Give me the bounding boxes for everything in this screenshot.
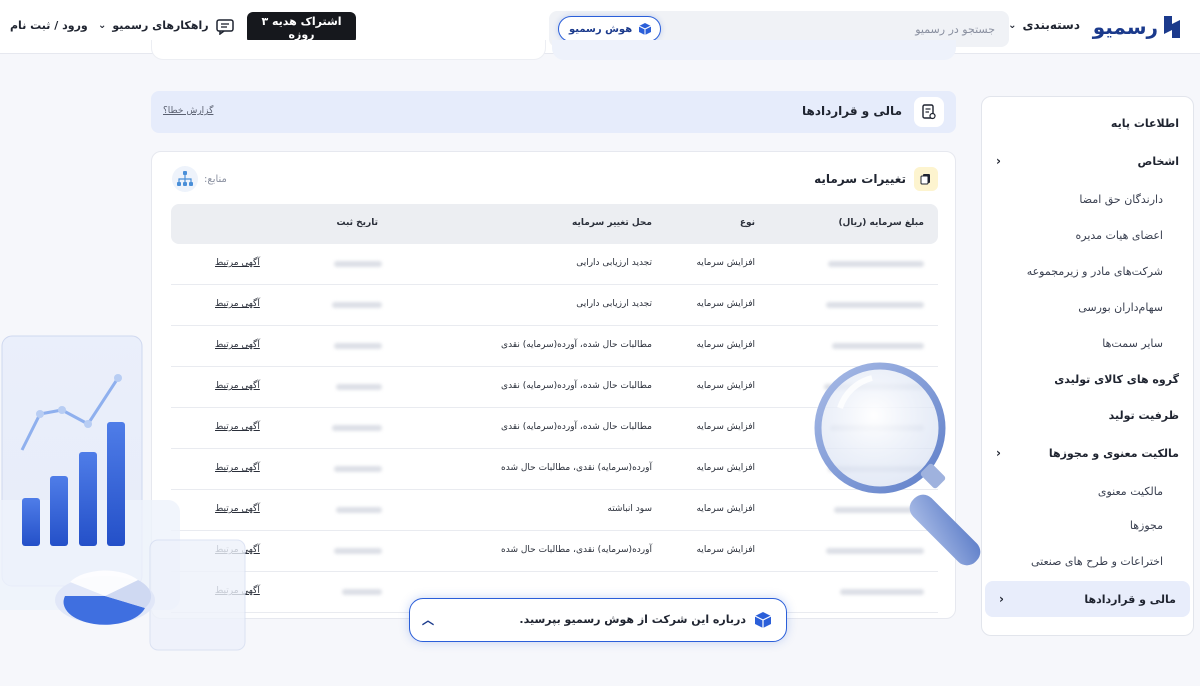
scrolled-banner-remnant [552,40,956,60]
cube-icon [638,23,652,35]
cell-place: تجدید ارزیابی دارایی [576,299,652,309]
sidebar-item[interactable]: دارندگان حق امضا [982,181,1193,217]
org-chart-icon[interactable] [172,166,198,192]
chevron-left-icon: ‹ [999,592,1004,606]
sidebar-item-label: مالی و قراردادها [1084,592,1176,606]
sources-label: منابع: [204,174,227,185]
redacted-amount [828,261,924,267]
cell-place: مطالبات حال شده، آورده(سرمایه) نقدی [501,422,652,432]
column-header-place: محل تغییر سرمایه [571,218,652,228]
cell-type: افزایش سرمایه [696,381,755,391]
category-menu[interactable]: دسته‌بندی ⌄ [1008,18,1080,32]
sidebar-item-label: اطلاعات پایه [1110,116,1179,130]
sidebar-item[interactable]: سهام‌داران بورسی [982,289,1193,325]
redacted-amount [826,302,924,308]
card-title: تغییرات سرمایه [814,172,906,186]
cell-type: افزایش سرمایه [696,545,755,555]
report-error-link[interactable]: گزارش خطا؟ [163,106,213,116]
chat-icon[interactable] [216,19,234,35]
related-ad-link[interactable]: آگهی مرتبط [215,299,260,309]
sidebar-item-label: سهام‌داران بورسی [1078,300,1163,314]
ai-search-button[interactable]: هوش رسمیو [558,16,662,42]
table-row: افزایش سرمایه تجدید ارزیابی دارایی آگهی مر… [171,285,938,326]
table-header: مبلغ سرمایه (ریال) نوع محل تغییر سرمایه … [171,204,938,244]
documents-icon [914,167,938,191]
sidebar-item-label: مالکیت معنوی و مجوزها [1048,446,1179,460]
cell-type: افزایش سرمایه [696,340,755,350]
magnifier-illustration [814,362,981,566]
table-row: افزایش سرمایه تجدید ارزیابی دارایی آگهی مر… [171,244,938,285]
chevron-up-icon[interactable]: ︿ [422,611,434,628]
sidebar-item-label: گروه های کالای تولیدی [1054,372,1179,386]
redacted-amount [832,343,924,349]
sidebar-item[interactable]: شرکت‌های مادر و زیرمجموعه [982,253,1193,289]
logo-text: رسمیو [1092,15,1158,39]
cell-type: افزایش سرمایه [696,299,755,309]
redacted-date [334,343,382,349]
section-title: مالی و قراردادها [802,104,902,118]
contract-icon [914,97,944,127]
sidebar-item-label: ظرفیت تولید [1108,408,1179,422]
sidebar-item-label: دارندگان حق امضا [1079,192,1163,206]
sidebar-item[interactable]: اعضای هیات مدیره [982,217,1193,253]
sidebar-item-label: اعضای هیات مدیره [1075,228,1163,242]
redacted-date [332,425,382,431]
cell-type: افزایش سرمایه [696,504,755,514]
cell-type: افزایش سرمایه [696,422,755,432]
sidebar-item-label: مجوزها [1129,518,1163,532]
analytics-illustration [0,335,246,651]
login-link[interactable]: ورود / ثبت نام [10,19,88,32]
redacted-date [336,507,382,513]
sidebar-item-label: اختراعات و طرح های صنعتی [1030,554,1163,568]
redacted-date [332,302,382,308]
cell-place: تجدید ارزیابی دارایی [576,258,652,268]
cell-place: سود انباشته [607,504,652,514]
solutions-menu[interactable]: راهکارهای رسمیو ⌄ [98,19,209,32]
search-input[interactable] [695,19,995,39]
sidebar-item-label: مالکیت معنوی [1097,484,1163,498]
section-banner: مالی و قراردادها گزارش خطا؟ [151,91,956,133]
chevron-down-icon: ⌄ [98,20,107,31]
redacted-date [334,466,382,472]
ai-pill-label: هوش رسمیو [569,23,633,35]
related-ad-link[interactable]: آگهی مرتبط [215,258,260,268]
sidebar-item-label: اشخاص [1137,154,1179,168]
cube-icon [754,612,772,628]
cell-type: افزایش سرمایه [696,463,755,473]
cell-place: مطالبات حال شده، آورده(سرمایه) نقدی [501,381,652,391]
cell-place: آورده(سرمایه) نقدی، مطالبات حال شده [501,463,652,473]
category-label: دسته‌بندی [1022,18,1080,32]
column-header-date: تاریخ ثبت [336,218,378,228]
ask-ai-bar[interactable]: درباره این شرکت از هوش رسمیو بپرسید. ︿ [409,598,787,642]
chevron-down-icon: ⌄ [1008,19,1017,31]
solutions-label: راهکارهای رسمیو [112,19,209,32]
cell-place: آورده(سرمایه) نقدی، مطالبات حال شده [501,545,652,555]
redacted-date [334,548,382,554]
column-header-amount: مبلغ سرمایه (ریال) [838,218,924,228]
ask-ai-text: درباره این شرکت از هوش رسمیو بپرسید. [519,613,746,626]
cell-type: افزایش سرمایه [696,258,755,268]
redacted-date [342,589,382,595]
redacted-date [336,384,382,390]
redacted-date [334,261,382,267]
redacted-amount [840,589,924,595]
sidebar-item-label: شرکت‌های مادر و زیرمجموعه [1026,264,1163,278]
sidebar-item[interactable]: مالی و قراردادها ‹ [985,581,1190,617]
sidebar-item[interactable]: اشخاص ‹ [982,143,1193,179]
cell-place: مطالبات حال شده، آورده(سرمایه) نقدی [501,340,652,350]
sidebar-item[interactable]: اطلاعات پایه [982,105,1193,141]
scrolled-card-remnant [151,40,546,60]
sidebar-item-label: سایر سمت‌ها [1102,336,1163,350]
rasmio-logo[interactable]: رسمیو [1093,14,1184,40]
rasmio-logo-icon [1164,16,1180,38]
column-header-type: نوع [739,218,755,228]
chevron-left-icon: ‹ [996,154,1001,168]
